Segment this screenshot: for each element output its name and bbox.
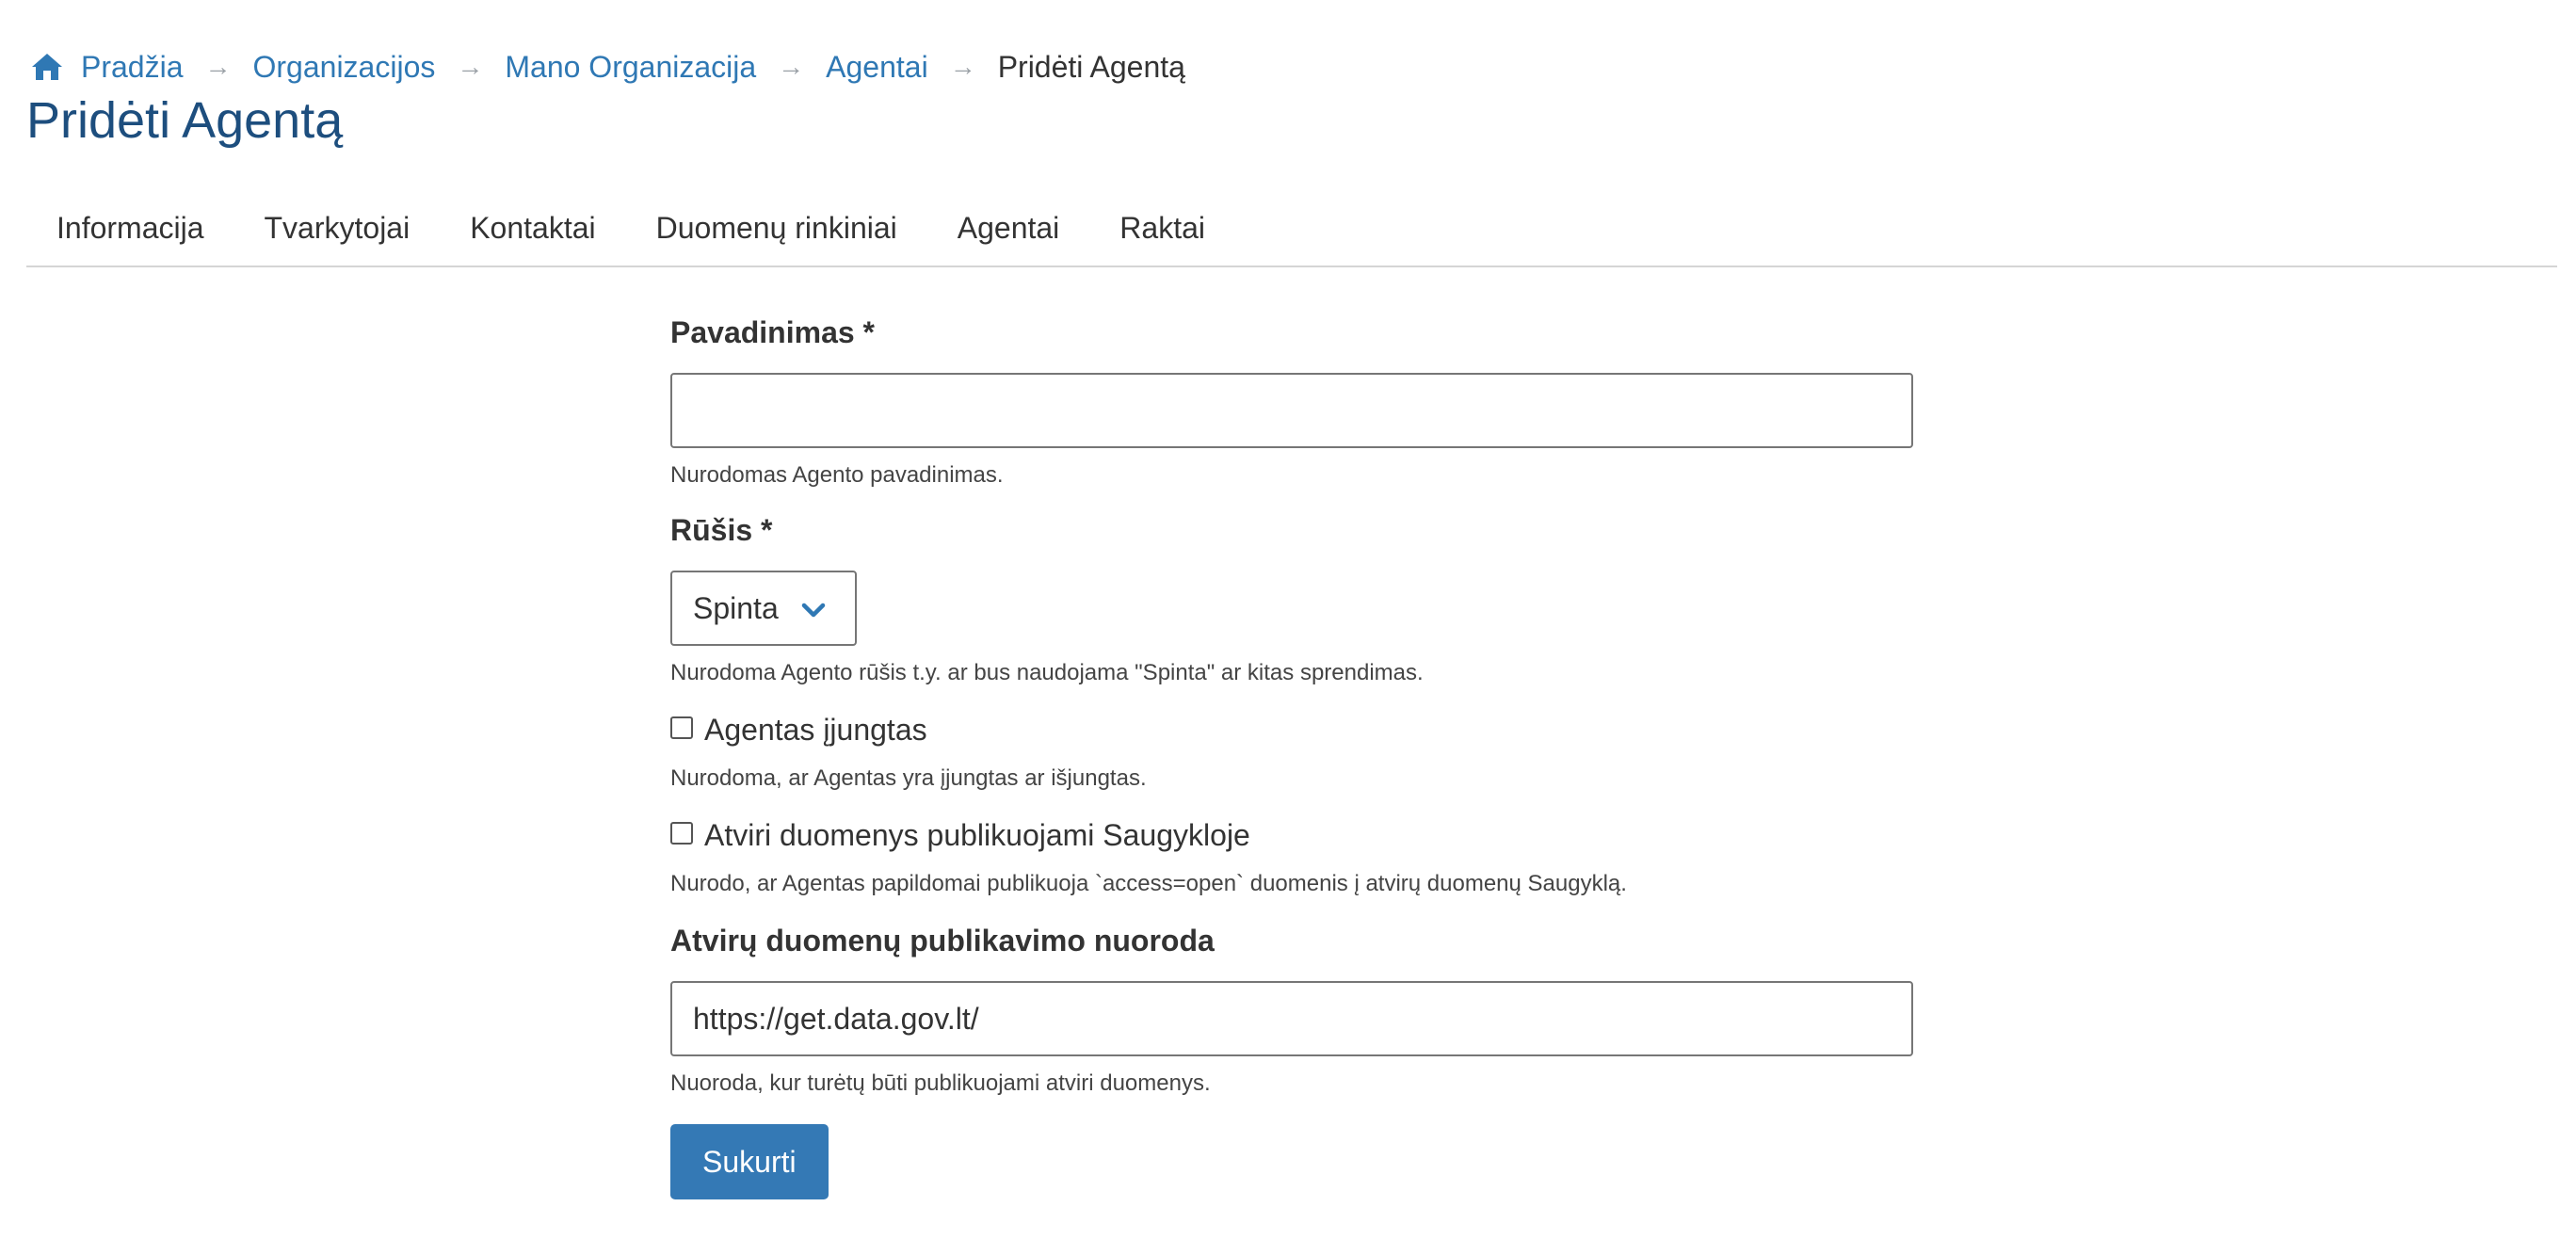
- enabled-row: Agentas įjungtas: [670, 708, 1913, 751]
- open-data-label[interactable]: Atviri duomenys publikuojami Saugykloje: [704, 818, 1250, 853]
- breadcrumb-home-link[interactable]: Pradžia: [30, 50, 184, 85]
- tab-kontaktai[interactable]: Kontaktai: [470, 194, 595, 262]
- enabled-help-text: Nurodoma, ar Agentas yra įjungtas ar išj…: [670, 765, 1147, 791]
- type-select-value: Spinta: [693, 590, 779, 625]
- tab-informacija[interactable]: Informacija: [56, 194, 204, 262]
- publish-url-input[interactable]: [670, 981, 1913, 1056]
- enabled-label[interactable]: Agentas įjungtas: [704, 713, 927, 748]
- name-input[interactable]: [670, 373, 1913, 448]
- name-help-text: Nurodomas Agento pavadinimas.: [670, 462, 1004, 488]
- chevron-down-icon: [801, 603, 826, 618]
- open-data-checkbox[interactable]: [670, 822, 693, 845]
- open-data-help-text: Nurodo, ar Agentas papildomai publikuoja…: [670, 871, 1627, 896]
- publish-url-help-text: Nuoroda, kur turėtų būti publikuojami at…: [670, 1070, 1211, 1096]
- tab-bar: Informacija Tvarkytojai Kontaktai Duomen…: [26, 194, 2557, 267]
- breadcrumb-separator-icon: →: [457, 52, 484, 81]
- enabled-checkbox[interactable]: [670, 716, 693, 739]
- breadcrumb-separator-icon: →: [778, 52, 805, 81]
- tab-raktai[interactable]: Raktai: [1119, 194, 1205, 262]
- type-select[interactable]: Spinta: [670, 571, 857, 646]
- breadcrumb-separator-icon: →: [949, 52, 976, 81]
- breadcrumb-current: Pridėti Agentą: [997, 49, 1185, 84]
- breadcrumb: Pradžia → Organizacijos → Mano Organizac…: [30, 45, 1185, 88]
- publish-url-label: Atvirų duomenų publikavimo nuoroda: [670, 924, 1215, 957]
- tab-tvarkytojai[interactable]: Tvarkytojai: [265, 194, 411, 262]
- create-button[interactable]: Sukurti: [670, 1124, 829, 1199]
- breadcrumb-my-org-link[interactable]: Mano Organizacija: [505, 50, 756, 85]
- breadcrumb-separator-icon: →: [204, 52, 232, 81]
- tab-duomenu-rinkiniai[interactable]: Duomenų rinkiniai: [656, 194, 897, 262]
- name-label: Pavadinimas *: [670, 315, 875, 349]
- breadcrumb-home-label: Pradžia: [81, 49, 184, 84]
- tab-agentai[interactable]: Agentai: [958, 194, 1060, 262]
- breadcrumb-organizations-link[interactable]: Organizacijos: [253, 50, 436, 85]
- type-label: Rūšis *: [670, 513, 773, 547]
- page-title: Pridėti Agentą: [26, 92, 344, 149]
- add-agent-form: Pavadinimas * Nurodomas Agento pavadinim…: [670, 311, 1913, 1199]
- breadcrumb-agents-link[interactable]: Agentai: [826, 50, 928, 85]
- type-help-text: Nurodoma Agento rūšis t.y. ar bus naudoj…: [670, 660, 1424, 685]
- open-data-row: Atviri duomenys publikuojami Saugykloje: [670, 813, 1913, 857]
- home-icon: [32, 54, 62, 80]
